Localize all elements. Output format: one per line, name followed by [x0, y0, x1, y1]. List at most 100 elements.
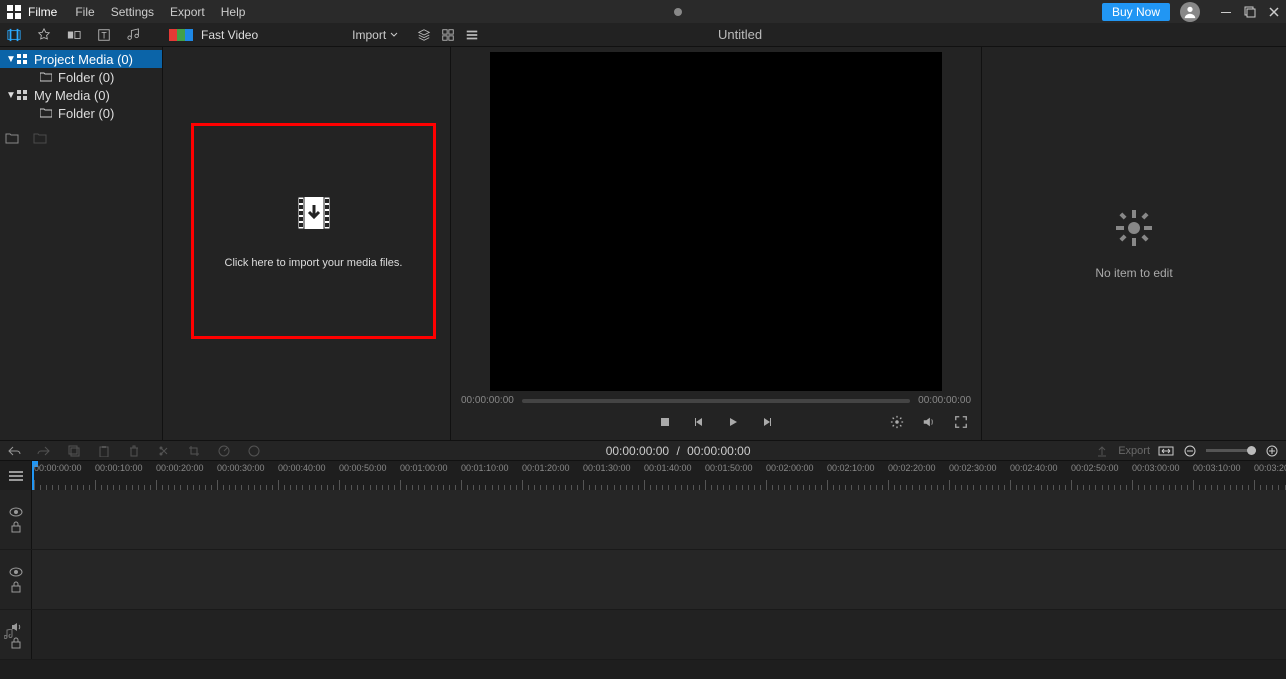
- menu-file[interactable]: File: [67, 0, 102, 23]
- delete-button[interactable]: [126, 443, 142, 459]
- tree-my-folder[interactable]: Folder (0): [0, 104, 162, 122]
- ruler-tick: 00:02:50:00: [1071, 463, 1119, 473]
- window-maximize-button[interactable]: [1238, 0, 1262, 23]
- tree-label: Folder (0): [58, 70, 114, 85]
- speed-button[interactable]: [216, 443, 232, 459]
- preview-panel: 00:00:00:00 00:00:00:00: [451, 47, 981, 440]
- ruler-tick: 00:00:30:00: [217, 463, 265, 473]
- zoom-out-icon[interactable]: [1182, 443, 1198, 459]
- media-panel: Click here to import your media files.: [163, 47, 451, 440]
- delete-folder-icon[interactable]: [32, 130, 48, 146]
- lock-icon[interactable]: [10, 521, 22, 533]
- transitions-icon[interactable]: [62, 23, 86, 47]
- fullscreen-icon[interactable]: [949, 410, 973, 434]
- preview-scrub-track[interactable]: [522, 399, 910, 403]
- zoom-in-icon[interactable]: [1264, 443, 1280, 459]
- preview-time-end: 00:00:00:00: [918, 395, 971, 406]
- undo-button[interactable]: [6, 443, 22, 459]
- color-button[interactable]: [246, 443, 262, 459]
- window-minimize-button[interactable]: [1214, 0, 1238, 23]
- ruler-tick: 00:00:10:00: [95, 463, 143, 473]
- menu-export[interactable]: Export: [162, 0, 213, 23]
- fast-video-button[interactable]: Fast Video: [201, 28, 258, 42]
- tree-label: Project Media (0): [34, 52, 133, 67]
- redo-button[interactable]: [36, 443, 52, 459]
- folder-icon: [40, 71, 52, 83]
- ruler-tick: 00:01:50:00: [705, 463, 753, 473]
- user-account-icon[interactable]: [1180, 2, 1200, 22]
- import-label: Import: [352, 28, 386, 42]
- ruler-tick: 00:03:20:00: [1254, 463, 1286, 473]
- buy-now-button[interactable]: Buy Now: [1102, 3, 1170, 21]
- audio-icon[interactable]: [122, 23, 146, 47]
- ruler-tick: 00:01:40:00: [644, 463, 692, 473]
- timeline-ruler[interactable]: 00:00:00:00 00:00:10:00 00:00:20:00 00:00:3…: [0, 460, 1286, 490]
- grid-view-icon[interactable]: [436, 23, 460, 47]
- new-folder-icon[interactable]: [4, 130, 20, 146]
- fast-video-swatch-icon: [169, 29, 195, 41]
- timeline-export-icon[interactable]: [1094, 443, 1110, 459]
- import-text: Click here to import your media files.: [225, 257, 403, 269]
- lock-icon[interactable]: [10, 581, 22, 593]
- effects-icon[interactable]: [32, 23, 56, 47]
- ruler-tick: 00:01:00:00: [400, 463, 448, 473]
- crop-button[interactable]: [186, 443, 202, 459]
- list-view-icon[interactable]: [460, 23, 484, 47]
- folder-icon: [40, 107, 52, 119]
- video-track-2[interactable]: [0, 550, 1286, 610]
- grid-icon: [16, 53, 28, 65]
- tree-label: My Media (0): [34, 88, 110, 103]
- menu-help[interactable]: Help: [213, 0, 254, 23]
- ruler-tick: 00:03:00:00: [1132, 463, 1180, 473]
- visibility-icon[interactable]: [9, 507, 23, 517]
- ruler-tick: 00:00:00:00: [34, 463, 82, 473]
- gear-icon: [1114, 208, 1154, 248]
- media-library-icon[interactable]: [2, 23, 26, 47]
- tree-my-media[interactable]: ▼ My Media (0): [0, 86, 162, 104]
- ruler-tick: 00:02:10:00: [827, 463, 875, 473]
- ruler-tick: 00:00:20:00: [156, 463, 204, 473]
- svg-text:T: T: [101, 30, 107, 40]
- tree-project-media[interactable]: ▼ Project Media (0): [0, 50, 162, 68]
- audio-track-1[interactable]: [0, 610, 1286, 660]
- app-icon: [6, 4, 22, 20]
- ruler-tick: 00:02:30:00: [949, 463, 997, 473]
- prev-frame-button[interactable]: [687, 410, 711, 434]
- ruler-tick: 00:01:20:00: [522, 463, 570, 473]
- timeline-toolbar: 00:00:00:00 / 00:00:00:00 Export: [0, 440, 1286, 460]
- ruler-tick: 00:01:30:00: [583, 463, 631, 473]
- preview-settings-icon[interactable]: [885, 410, 909, 434]
- text-icon[interactable]: T: [92, 23, 116, 47]
- next-frame-button[interactable]: [755, 410, 779, 434]
- split-button[interactable]: [156, 443, 172, 459]
- stop-button[interactable]: [653, 410, 677, 434]
- import-media-icon: [294, 193, 334, 233]
- menu-settings[interactable]: Settings: [103, 0, 162, 23]
- video-track-1[interactable]: [0, 490, 1286, 550]
- inspector-empty-text: No item to edit: [1095, 266, 1172, 280]
- layers-icon[interactable]: [412, 23, 436, 47]
- preview-volume-icon[interactable]: [917, 410, 941, 434]
- paste-button[interactable]: [96, 443, 112, 459]
- track-options-icon[interactable]: [0, 461, 32, 490]
- play-button[interactable]: [721, 410, 745, 434]
- fit-timeline-icon[interactable]: [1158, 443, 1174, 459]
- visibility-icon[interactable]: [9, 567, 23, 577]
- zoom-slider[interactable]: [1206, 449, 1256, 452]
- tree-project-folder[interactable]: Folder (0): [0, 68, 162, 86]
- title-bar: Filme File Settings Export Help Buy Now: [0, 0, 1286, 23]
- inspector-panel: No item to edit: [981, 47, 1286, 440]
- copy-button[interactable]: [66, 443, 82, 459]
- app-name: Filme: [28, 5, 57, 19]
- import-dropdown[interactable]: Import: [348, 28, 402, 42]
- tree-label: Folder (0): [58, 106, 114, 121]
- ruler-tick: 00:02:40:00: [1010, 463, 1058, 473]
- window-close-button[interactable]: [1262, 0, 1286, 23]
- import-drop-zone[interactable]: Click here to import your media files.: [191, 123, 436, 339]
- ruler-tick: 00:02:20:00: [888, 463, 936, 473]
- preview-time-start: 00:00:00:00: [461, 395, 514, 406]
- preview-title: Untitled: [494, 27, 986, 42]
- timeline-export-label[interactable]: Export: [1118, 445, 1150, 457]
- video-preview[interactable]: [490, 52, 942, 391]
- grid-icon: [16, 89, 28, 101]
